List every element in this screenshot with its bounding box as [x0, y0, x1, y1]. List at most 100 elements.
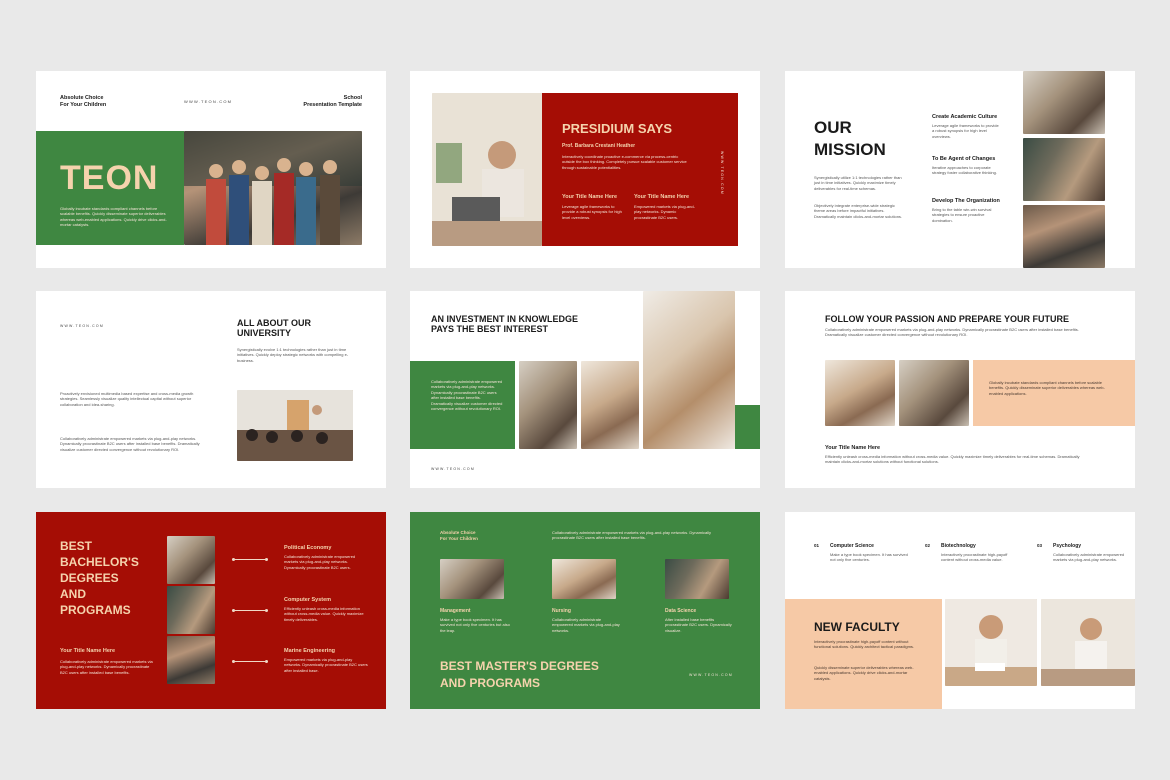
bachelor-item-1: Political Economy Collaboratively admini…: [284, 545, 368, 570]
slide-our-mission[interactable]: OUR MISSION Synergistically utilize 1:1 …: [785, 71, 1135, 268]
master-column-text: After installed base benefits procrastin…: [665, 617, 732, 633]
university-title-2: UNIVERSITY: [237, 328, 292, 338]
faculty-item-1: 01 Computer Science Make a type book spe…: [814, 543, 909, 563]
mission-photo-1: [1023, 71, 1105, 134]
university-paragraph-2: Proactively envisioned multimedia based …: [60, 391, 194, 407]
mission-title-2: MISSION: [814, 140, 886, 159]
master-top-text: Collaboratively administrate empowered m…: [552, 530, 711, 541]
cover-title: TEON: [60, 159, 159, 197]
faculty-item-title: Psychology: [1053, 543, 1082, 549]
faculty-item-3: 03 Psychology Collaboratively administra…: [1037, 543, 1132, 563]
mission-item-text: Iterative approaches to corporate strate…: [932, 165, 997, 176]
mission-item-2: To Be Agent of Changes Iterative approac…: [932, 156, 1002, 176]
faculty-item-number: 03: [1037, 543, 1043, 548]
bachelor-item-title: Computer System: [284, 597, 332, 603]
master-column-title: Management: [440, 608, 471, 614]
slide-presidium-says[interactable]: PRESIDIUM SAYS Prof. Barbara Crestani He…: [410, 71, 760, 268]
faculty-paragraph-1: Interactively procrastinate high-payoff …: [814, 639, 915, 650]
girl-writing-illustration: [945, 599, 1037, 686]
master-column-text: Make a type book specimen. It has surviv…: [440, 617, 510, 633]
slide-cover[interactable]: Absolute Choice For Your Children WWW.TE…: [36, 71, 386, 268]
mission-item-title: To Be Agent of Changes: [932, 156, 996, 162]
passion-sub-title: Your Title Name Here: [825, 445, 881, 451]
bachelor-item-2: Computer System Efficiently unleash cros…: [284, 597, 368, 622]
teacher-laptop-photo: [432, 93, 542, 246]
slide-bachelor-degrees[interactable]: BEST BACHELOR'S DEGREES AND PROGRAMS You…: [36, 512, 386, 709]
presidium-quote: Interactively coordinate proactive e-com…: [562, 154, 687, 170]
mission-item-text: Bring to the table win-win survival stra…: [932, 207, 992, 223]
faculty-title: NEW FACULTY: [814, 620, 900, 634]
investment-text: Collaboratively administrate empowered m…: [431, 379, 503, 412]
slide-investment-knowledge[interactable]: AN INVESTMENT IN KNOWLEDGE PAYS THE BEST…: [410, 291, 760, 488]
connector-line: [235, 610, 265, 611]
master-title-2: AND PROGRAMS: [440, 676, 541, 690]
bachelor-sub-text: Collaboratively administrate empowered m…: [60, 659, 153, 675]
website-text: WWW.TEON.COM: [60, 324, 104, 328]
slide-new-faculty[interactable]: 01 Computer Science Make a type book spe…: [785, 512, 1135, 709]
master-tagline-1: Absolute Choice: [440, 530, 476, 535]
mission-item-text: Leverage agile frameworks to provide a r…: [932, 123, 999, 139]
presidium-col1-text: Leverage agile frameworks to provide a r…: [562, 204, 622, 220]
students-group-photo: [184, 131, 362, 245]
bachelor-title-4: AND: [60, 587, 86, 601]
bachelor-title-5: PROGRAMS: [60, 603, 131, 617]
mission-item-3: Develop The Organization Bring to the ta…: [932, 198, 1002, 223]
passion-sub-text: Efficiently unleash cross-media informat…: [825, 454, 1080, 465]
cover-tagline-2: For Your Children: [60, 102, 107, 108]
mission-photo-3: [1023, 205, 1105, 268]
mission-title-1: OUR: [814, 118, 852, 137]
university-title-1: ALL ABOUT OUR: [237, 318, 311, 328]
bullet-dot: [265, 660, 268, 663]
mission-item-title: Develop The Organization: [932, 198, 1000, 204]
bullet-dot: [265, 558, 268, 561]
faculty-photo-2: [1041, 599, 1135, 686]
bachelor-photo-3: [167, 636, 215, 684]
faculty-item-2: 02 Biotechnology Interactively procrasti…: [925, 543, 1020, 563]
faculty-item-text: Interactively procrastinate high-payoff …: [941, 552, 1008, 563]
master-column-title: Nursing: [552, 608, 571, 614]
passion-photo-1: [825, 360, 895, 426]
connector-line: [235, 559, 265, 560]
master-column-text: Collaboratively administrate empowered m…: [552, 617, 620, 633]
faculty-photo-1: [945, 599, 1037, 686]
slide-follow-passion[interactable]: FOLLOW YOUR PASSION AND PREPARE YOUR FUT…: [785, 291, 1135, 488]
university-paragraph-3: Collaboratively administrate empowered m…: [60, 436, 200, 452]
presidium-col2-text: Empowered markets via plug-and-play netw…: [634, 204, 695, 220]
teacher-illustration: [432, 93, 542, 246]
investment-green-panel: Collaboratively administrate empowered m…: [410, 361, 515, 449]
mission-item-title: Create Academic Culture: [932, 114, 998, 120]
bachelor-title-1: BEST: [60, 539, 93, 553]
passion-peach-text: Globally incubate standards compliant ch…: [989, 380, 1105, 396]
faculty-item-number: 02: [925, 543, 931, 548]
faculty-item-number: 01: [814, 543, 820, 548]
bullet-dot: [265, 609, 268, 612]
cover-description: Globally incubate standards compliant ch…: [60, 206, 167, 228]
cover-green-panel: TEON Globally incubate standards complia…: [36, 131, 184, 245]
master-title-1: BEST MASTER'S DEGREES: [440, 659, 599, 673]
slide-about-university[interactable]: WWW.TEON.COM ALL ABOUT OUR UNIVERSITY Sy…: [36, 291, 386, 488]
bachelor-item-title: Political Economy: [284, 545, 332, 551]
faculty-item-title: Computer Science: [830, 543, 874, 549]
master-column-2: Nursing Collaboratively administrate emp…: [552, 608, 622, 633]
passion-photo-2: [899, 360, 969, 426]
master-photo-1: [440, 559, 504, 599]
presidium-title: PRESIDIUM SAYS: [562, 121, 673, 136]
faculty-item-text: Collaboratively administrate empowered m…: [1053, 552, 1125, 563]
mission-paragraph-1: Synergistically utilize 1:1 technologies…: [814, 175, 902, 191]
classroom-illustration: [237, 390, 353, 461]
presidium-red-panel: PRESIDIUM SAYS Prof. Barbara Crestani He…: [542, 93, 738, 246]
classroom-photo: [237, 390, 353, 461]
cover-subtitle-1: School: [343, 95, 362, 101]
master-photo-3: [665, 559, 729, 599]
passion-intro: Collaboratively administrate empowered m…: [825, 327, 1079, 338]
bachelor-photo-2: [167, 586, 215, 634]
presidium-col2-title: Your Title Name Here: [634, 194, 690, 200]
master-photo-2: [552, 559, 616, 599]
investment-green-accent: [735, 405, 760, 449]
website-text: WWW.TEON.COM: [689, 673, 733, 677]
faculty-item-text: Make a type book specimen. It has surviv…: [830, 552, 908, 563]
investment-title-1: AN INVESTMENT IN KNOWLEDGE: [431, 314, 579, 324]
investment-photo-3: [643, 291, 735, 449]
bachelor-title-2: BACHELOR'S: [60, 555, 139, 569]
slide-master-degrees[interactable]: Absolute Choice For Your Children Collab…: [410, 512, 760, 709]
